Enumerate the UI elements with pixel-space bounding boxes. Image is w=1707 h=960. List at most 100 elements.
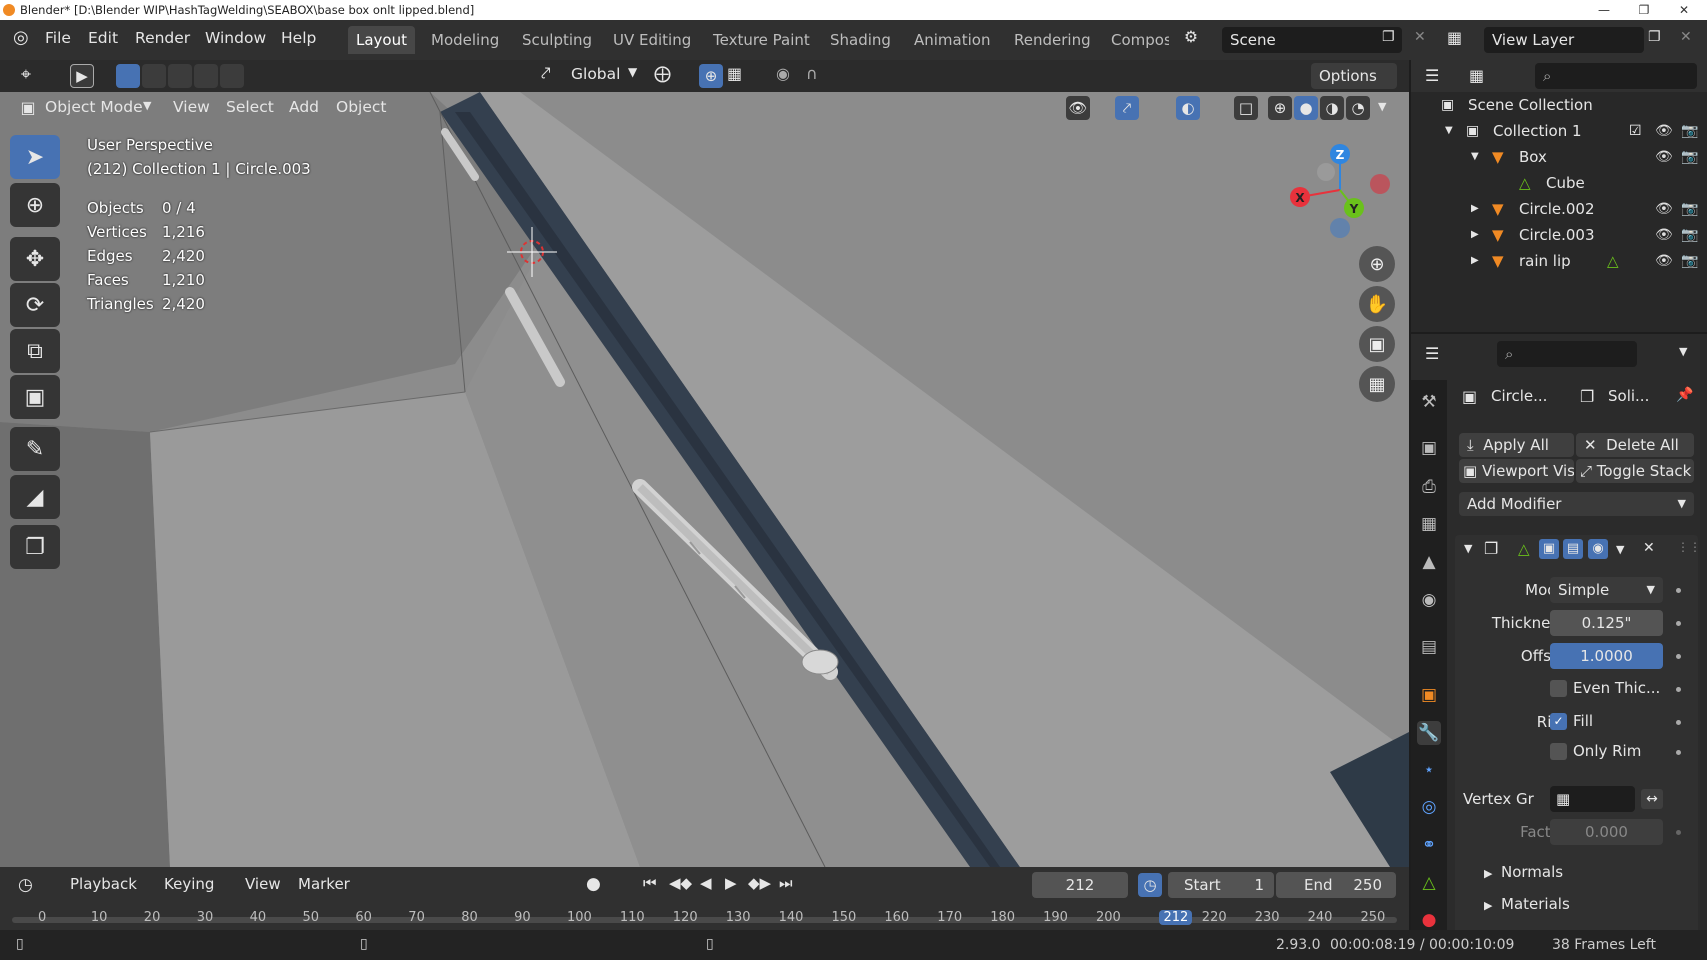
- record-icon[interactable]: ●: [586, 874, 601, 894]
- keyframe-dot[interactable]: [1676, 588, 1681, 593]
- chevron-down-icon[interactable]: ▼: [1679, 345, 1687, 358]
- minimize-icon[interactable]: —: [1586, 0, 1622, 20]
- output-tab-icon[interactable]: ⎙: [1417, 475, 1441, 499]
- outliner-item-collection-1[interactable]: ▼ ▣ Collection 1 ☑ 👁 📷: [1411, 118, 1707, 144]
- xray-toggle-icon[interactable]: □: [1234, 96, 1258, 120]
- start-frame-field[interactable]: Start 1: [1168, 872, 1274, 898]
- falloff-icon[interactable]: ∩: [806, 64, 818, 83]
- end-frame-field[interactable]: End 250: [1276, 872, 1396, 898]
- rendered-shading-icon[interactable]: ◔: [1346, 96, 1370, 120]
- viewport-menu-object[interactable]: Object: [336, 98, 386, 116]
- tab-texture-paint[interactable]: Texture Paint: [705, 26, 818, 54]
- timeline-menu-keying[interactable]: Keying: [164, 875, 214, 893]
- overlay-toggle-icon[interactable]: ◐: [1176, 96, 1200, 120]
- menu-render[interactable]: Render: [135, 29, 190, 47]
- select-intersect-icon[interactable]: [220, 64, 244, 88]
- tool-tab-icon[interactable]: ⚒: [1417, 390, 1441, 414]
- timeline-playhead[interactable]: 212: [1159, 910, 1193, 925]
- keyframe-dot[interactable]: [1676, 654, 1681, 659]
- prev-keyframe-icon[interactable]: ◀◆: [669, 874, 692, 892]
- wireframe-shading-icon[interactable]: ⊕: [1268, 96, 1292, 120]
- keyframe-dot[interactable]: [1676, 750, 1681, 755]
- modifier-name-label[interactable]: Soli...: [1608, 387, 1649, 405]
- measure-tool[interactable]: ◢: [10, 475, 60, 519]
- viewport-menu-view[interactable]: View: [173, 98, 210, 116]
- factor-field[interactable]: 0.000: [1550, 819, 1663, 845]
- collapse-arrow-icon[interactable]: ▼: [1464, 542, 1472, 555]
- material-shading-icon[interactable]: ◑: [1320, 96, 1344, 120]
- transform-tool[interactable]: ▣: [10, 375, 60, 419]
- outliner-editor-icon[interactable]: ☰: [1425, 66, 1439, 85]
- eye-icon[interactable]: 👁: [1655, 144, 1673, 170]
- tab-rendering[interactable]: Rendering: [1006, 26, 1099, 54]
- play-reverse-icon[interactable]: ◀: [700, 874, 712, 892]
- cursor-tool[interactable]: ⊕: [10, 183, 60, 227]
- outliner-item-box[interactable]: ▼ ▼ Box 👁 📷: [1411, 144, 1707, 170]
- expand-arrow-icon[interactable]: ▶: [1471, 222, 1479, 248]
- data-tab-icon[interactable]: △: [1417, 871, 1441, 895]
- object-name-label[interactable]: Circle...: [1491, 387, 1547, 405]
- new-view-layer-icon[interactable]: ❐: [1648, 29, 1661, 45]
- select-box-tool[interactable]: ➤: [10, 135, 60, 179]
- mode-dropdown[interactable]: Object Mode: [45, 98, 143, 116]
- view-layer-tab-icon[interactable]: ▦: [1417, 512, 1441, 536]
- display-mode-icon[interactable]: ▦: [1469, 66, 1484, 85]
- render-tab-icon[interactable]: ▣: [1417, 436, 1441, 460]
- vertex-group-field[interactable]: ▦: [1550, 786, 1635, 812]
- outliner-scene-collection[interactable]: ▣ Scene Collection: [1411, 92, 1707, 118]
- add-modifier-dropdown[interactable]: Add Modifier ▼: [1459, 492, 1694, 516]
- delete-all-button[interactable]: ✕ Delete All: [1576, 433, 1694, 457]
- eye-icon[interactable]: 👁: [1655, 196, 1673, 222]
- object-tab-icon[interactable]: ▣: [1417, 683, 1441, 707]
- timeline-editor-icon[interactable]: ◷: [18, 875, 33, 895]
- properties-editor-icon[interactable]: ☰: [1425, 344, 1439, 363]
- outliner-item-circle-002[interactable]: ▶ ▼ Circle.002 👁 📷: [1411, 196, 1707, 222]
- physics-tab-icon[interactable]: ◎: [1417, 795, 1441, 819]
- menu-edit[interactable]: Edit: [88, 29, 118, 47]
- select-subtract-icon[interactable]: [168, 64, 192, 88]
- viewport-menu-select[interactable]: Select: [226, 98, 274, 116]
- tab-animation[interactable]: Animation: [906, 26, 998, 54]
- visibility-icon[interactable]: 👁: [1066, 96, 1090, 120]
- materials-subpanel[interactable]: Materials: [1501, 895, 1570, 913]
- mode-dropdown[interactable]: Simple ▼: [1550, 577, 1663, 603]
- viewport-menu-add[interactable]: Add: [289, 98, 319, 116]
- select-tool-icon[interactable]: ▶: [70, 64, 94, 88]
- timeline-menu-marker[interactable]: Marker: [298, 875, 350, 893]
- scene-icon[interactable]: ⚙: [1184, 28, 1198, 46]
- tab-shading[interactable]: Shading: [822, 26, 899, 54]
- world-tab-icon[interactable]: ◉: [1417, 588, 1441, 612]
- material-tab-icon[interactable]: ●: [1417, 908, 1441, 932]
- zoom-icon[interactable]: ⊕: [1359, 246, 1395, 282]
- select-extend-icon[interactable]: [142, 64, 166, 88]
- on-cage-toggle-icon[interactable]: ▣: [1539, 539, 1559, 559]
- timeline-menu-view[interactable]: View: [245, 875, 281, 893]
- options-dropdown[interactable]: Options: [1311, 63, 1397, 89]
- chevron-down-icon[interactable]: ▼: [1616, 543, 1624, 556]
- remove-view-layer-icon[interactable]: ✕: [1680, 29, 1692, 45]
- edit-mode-toggle-icon[interactable]: △: [1518, 540, 1530, 558]
- normals-subpanel[interactable]: Normals: [1501, 863, 1563, 881]
- solid-shading-icon[interactable]: ●: [1294, 96, 1318, 120]
- tab-uv-editing[interactable]: UV Editing: [605, 26, 699, 54]
- tab-sculpting[interactable]: Sculpting: [514, 26, 600, 54]
- viewport-vis-button[interactable]: ▣ Viewport Vis: [1459, 459, 1574, 483]
- eye-icon[interactable]: 👁: [1655, 118, 1673, 144]
- expand-arrow-icon[interactable]: ▶: [1484, 867, 1492, 880]
- 3d-viewport[interactable]: [0, 92, 1409, 867]
- tab-modeling[interactable]: Modeling: [423, 26, 507, 54]
- select-new-icon[interactable]: [116, 64, 140, 88]
- view-layer-field[interactable]: View Layer: [1484, 27, 1644, 53]
- menu-file[interactable]: File: [45, 29, 71, 47]
- constraints-tab-icon[interactable]: ⚭: [1417, 833, 1441, 857]
- eye-icon[interactable]: 👁: [1655, 248, 1673, 274]
- particles-tab-icon[interactable]: ⋆: [1417, 758, 1441, 782]
- menu-help[interactable]: Help: [281, 29, 316, 47]
- remove-scene-icon[interactable]: ✕: [1414, 29, 1426, 45]
- gizmo-toggle-icon[interactable]: ⤤: [1115, 96, 1139, 120]
- modifier-tab-icon[interactable]: 🔧: [1417, 721, 1441, 745]
- keyframe-dot[interactable]: [1676, 621, 1681, 626]
- camera-icon[interactable]: 📷: [1681, 196, 1698, 222]
- navigation-gizmo[interactable]: Z X Y: [1280, 140, 1400, 250]
- keyframe-dot[interactable]: [1676, 687, 1681, 692]
